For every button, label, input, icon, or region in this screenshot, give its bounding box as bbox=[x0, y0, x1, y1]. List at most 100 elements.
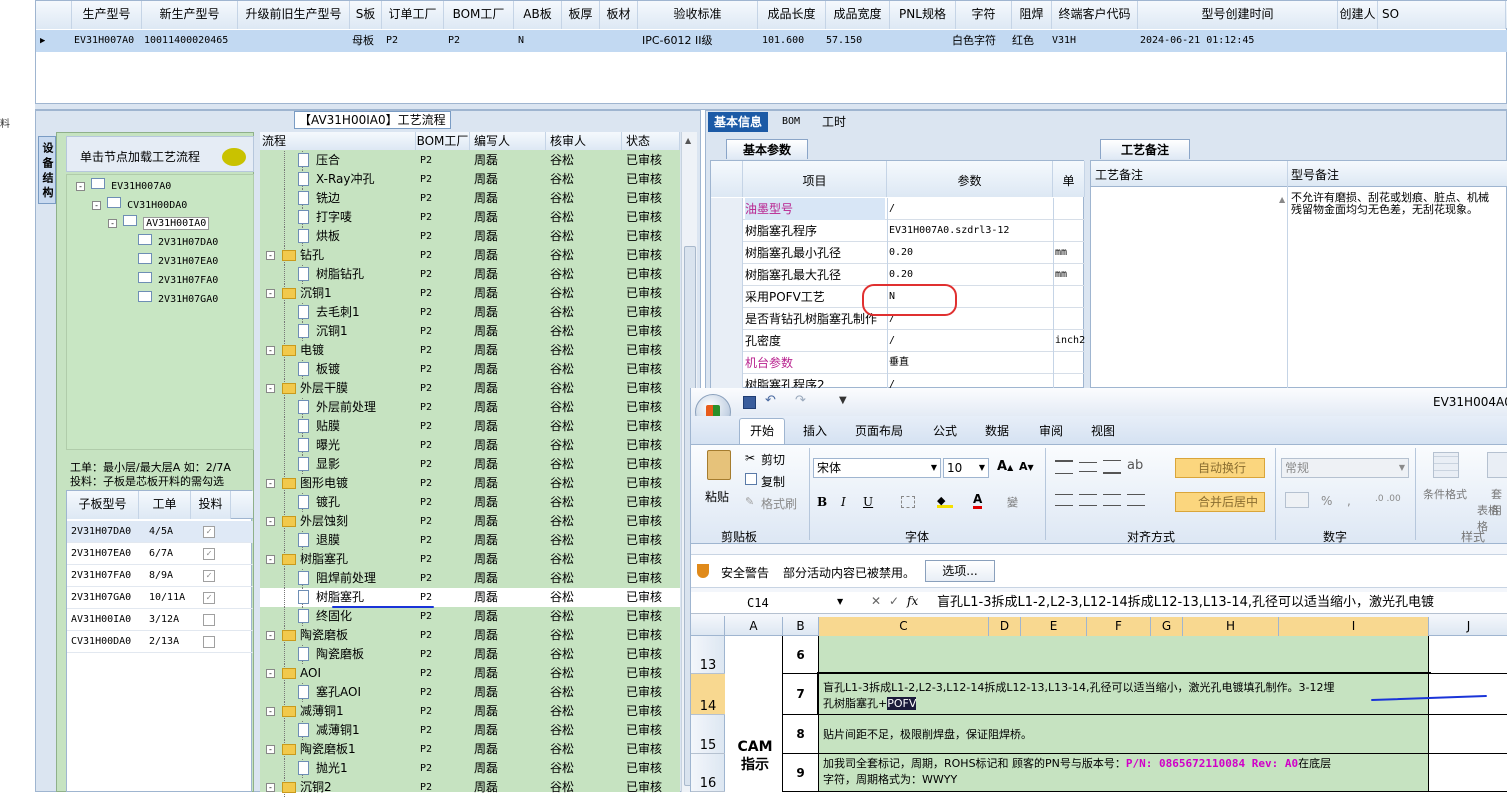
process-row[interactable]: 沉铜1 P2 周磊 谷松 已审核 bbox=[260, 322, 680, 341]
process-row[interactable]: 压合 P2 周磊 谷松 已审核 bbox=[260, 151, 680, 170]
shrink-font-icon[interactable]: A▼ bbox=[1019, 460, 1034, 473]
process-row[interactable]: - AOI P2 周磊 谷松 已审核 bbox=[260, 664, 680, 683]
cell[interactable]: 2024-06-21 01:12:45 bbox=[1140, 30, 1254, 52]
col-item-header[interactable]: 项目 bbox=[743, 161, 887, 197]
decimal-icon[interactable]: .0 .00 bbox=[1375, 494, 1401, 504]
cell[interactable]: 10011400020465 bbox=[144, 30, 228, 52]
sheet-cell-empty[interactable] bbox=[1429, 715, 1507, 754]
process-row[interactable]: 塞孔AOI P2 周磊 谷松 已审核 bbox=[260, 683, 680, 702]
tab-formulas[interactable]: 公式 bbox=[933, 422, 957, 439]
cell[interactable]: 白色字符 bbox=[952, 30, 996, 52]
sub-board-order[interactable]: 3/12A bbox=[149, 609, 179, 631]
sub-board-model[interactable]: 2V31H07DA0 bbox=[71, 521, 131, 543]
collapse-icon[interactable]: - bbox=[266, 479, 275, 488]
sheet-col-header[interactable]: A bbox=[725, 617, 783, 636]
sub-board-order[interactable]: 6/7A bbox=[149, 543, 173, 565]
process-name[interactable]: 打字唛 bbox=[316, 208, 352, 227]
tab-bom[interactable]: BOM bbox=[776, 112, 806, 132]
sheet-col-header[interactable]: H bbox=[1183, 617, 1279, 636]
number-format-select[interactable]: 常规 ▼ bbox=[1281, 458, 1409, 478]
param-row[interactable]: ▶油墨型号/ bbox=[711, 198, 1085, 220]
process-row[interactable]: 终固化 P2 周磊 谷松 已审核 bbox=[260, 607, 680, 626]
tree-node[interactable]: 2V31H07EA0 bbox=[138, 253, 218, 269]
sheet-cell-text[interactable]: 加我司全套标记，周期，ROHS标记和 顾客的PN号与版本号：P/N: 08656… bbox=[819, 754, 1429, 792]
font-name-select[interactable]: 宋体 ▼ bbox=[813, 458, 941, 478]
col-header[interactable]: BOM工厂 bbox=[444, 1, 514, 29]
process-row[interactable]: - 减薄铜1 P2 周磊 谷松 已审核 bbox=[260, 702, 680, 721]
sheet-cell-text[interactable]: 贴片间距不足，极限削焊盘，保证阻焊桥。 bbox=[819, 715, 1429, 754]
sheet-col-header[interactable]: C bbox=[819, 617, 989, 636]
param-value[interactable]: / bbox=[889, 198, 895, 220]
tab-hours[interactable]: 工时 bbox=[816, 112, 852, 132]
process-row[interactable]: 减薄铜1 P2 周磊 谷松 已审核 bbox=[260, 721, 680, 740]
dropdown-arrow-icon[interactable]: ▼ bbox=[979, 459, 985, 477]
paste-icon[interactable] bbox=[707, 450, 731, 480]
process-row[interactable]: 阻焊前处理 P2 周磊 谷松 已审核 bbox=[260, 569, 680, 588]
process-row[interactable]: 树脂钻孔 P2 周磊 谷松 已审核 bbox=[260, 265, 680, 284]
cancel-icon[interactable]: ✕ bbox=[871, 594, 881, 608]
sheet-col-header[interactable]: E bbox=[1021, 617, 1087, 636]
process-row[interactable]: - 电镀 P2 周磊 谷松 已审核 bbox=[260, 341, 680, 360]
col-header[interactable]: 升级前旧生产型号 bbox=[238, 1, 350, 29]
process-name[interactable]: 陶瓷磨板1 bbox=[300, 740, 356, 759]
col-header[interactable]: PNL规格 bbox=[890, 1, 956, 29]
tab-page-layout[interactable]: 页面布局 bbox=[855, 422, 903, 439]
col-header[interactable]: 工单 bbox=[139, 491, 191, 519]
process-row[interactable]: - 树脂塞孔 P2 周磊 谷松 已审核 bbox=[260, 550, 680, 569]
process-row[interactable]: 板镀 P2 周磊 谷松 已审核 bbox=[260, 360, 680, 379]
process-name[interactable]: 树脂塞孔 bbox=[300, 550, 348, 569]
cell[interactable]: V31H bbox=[1052, 30, 1076, 52]
undo-icon[interactable]: ↶ bbox=[765, 393, 776, 408]
sheet-cell-text[interactable] bbox=[819, 636, 1429, 674]
copy-button[interactable]: 复制 bbox=[761, 473, 785, 490]
align-bottom-icon[interactable] bbox=[1103, 460, 1121, 474]
process-row[interactable]: - 陶瓷磨板 P2 周磊 谷松 已审核 bbox=[260, 626, 680, 645]
process-name[interactable]: 图形电镀 bbox=[300, 474, 348, 493]
process-name[interactable]: 电镀 bbox=[300, 341, 324, 360]
tree-node[interactable]: 2V31H07DA0 bbox=[138, 234, 218, 250]
align-middle-icon[interactable] bbox=[1079, 462, 1097, 472]
sheet-col-header[interactable]: F bbox=[1087, 617, 1151, 636]
sheet-cell-seq[interactable]: 8 bbox=[783, 715, 819, 754]
process-row[interactable]: - 钻孔 P2 周磊 谷松 已审核 bbox=[260, 246, 680, 265]
col-header[interactable]: S板 bbox=[350, 1, 382, 29]
sub-board-row[interactable]: 2V31H07FA0 8/9A ✓ bbox=[67, 565, 253, 587]
sheet-cell-seq[interactable]: 7 bbox=[783, 674, 819, 715]
collapse-icon[interactable]: - bbox=[266, 669, 275, 678]
sub-board-checkbox[interactable]: ✓ bbox=[203, 548, 215, 560]
tree-node[interactable]: 2V31H07FA0 bbox=[138, 272, 218, 288]
sheet-row-header[interactable]: 15 bbox=[691, 715, 725, 754]
sheet-col-header[interactable]: D bbox=[989, 617, 1021, 636]
remark-col-2[interactable]: 型号备注 bbox=[1291, 166, 1339, 183]
process-name[interactable]: 去毛刺1 bbox=[316, 303, 360, 322]
collapse-icon[interactable]: - bbox=[266, 251, 275, 260]
italic-icon[interactable]: I bbox=[841, 495, 846, 509]
sheet-cell-text[interactable]: 盲孔L1-3拆成L1-2,L2-3,L12-14拆成L12-13,L13-14,… bbox=[817, 672, 1431, 717]
collapse-icon[interactable]: - bbox=[266, 517, 275, 526]
process-name[interactable]: 镀孔 bbox=[316, 493, 340, 512]
tree-node[interactable]: - EV31H007A0 bbox=[76, 178, 171, 194]
process-name[interactable]: 曝光 bbox=[316, 436, 340, 455]
save-icon[interactable] bbox=[743, 396, 756, 409]
font-size-select[interactable]: 10 ▼ bbox=[943, 458, 989, 478]
process-name[interactable]: 钻孔 bbox=[300, 246, 324, 265]
tab-review[interactable]: 审阅 bbox=[1039, 422, 1063, 439]
process-name[interactable]: 显影 bbox=[316, 455, 340, 474]
align-right-icon[interactable] bbox=[1103, 494, 1121, 506]
cell[interactable]: 101.600 bbox=[762, 30, 804, 52]
currency-icon[interactable] bbox=[1285, 492, 1309, 508]
align-center-icon[interactable] bbox=[1079, 494, 1097, 506]
font-color-icon[interactable]: A bbox=[973, 492, 983, 509]
table-format-icon[interactable] bbox=[1487, 452, 1507, 478]
process-name[interactable]: AOI bbox=[300, 664, 321, 683]
tree-node[interactable]: 2V31H07GA0 bbox=[138, 291, 218, 307]
col-header[interactable]: 生产型号 bbox=[72, 1, 142, 29]
process-row[interactable]: 树脂塞孔 P2 周磊 谷松 已审核 bbox=[260, 588, 680, 607]
col-header[interactable]: AB板 bbox=[514, 1, 562, 29]
process-name[interactable]: 外层蚀刻 bbox=[300, 512, 348, 531]
cell[interactable]: P2 bbox=[386, 30, 398, 52]
process-row[interactable]: 外层前处理 P2 周磊 谷松 已审核 bbox=[260, 398, 680, 417]
remark-tab[interactable]: 工艺备注 bbox=[1100, 139, 1190, 159]
col-header[interactable]: 新生产型号 bbox=[142, 1, 238, 29]
tree-node-selected[interactable]: - AV31H00IA0 bbox=[108, 215, 210, 231]
